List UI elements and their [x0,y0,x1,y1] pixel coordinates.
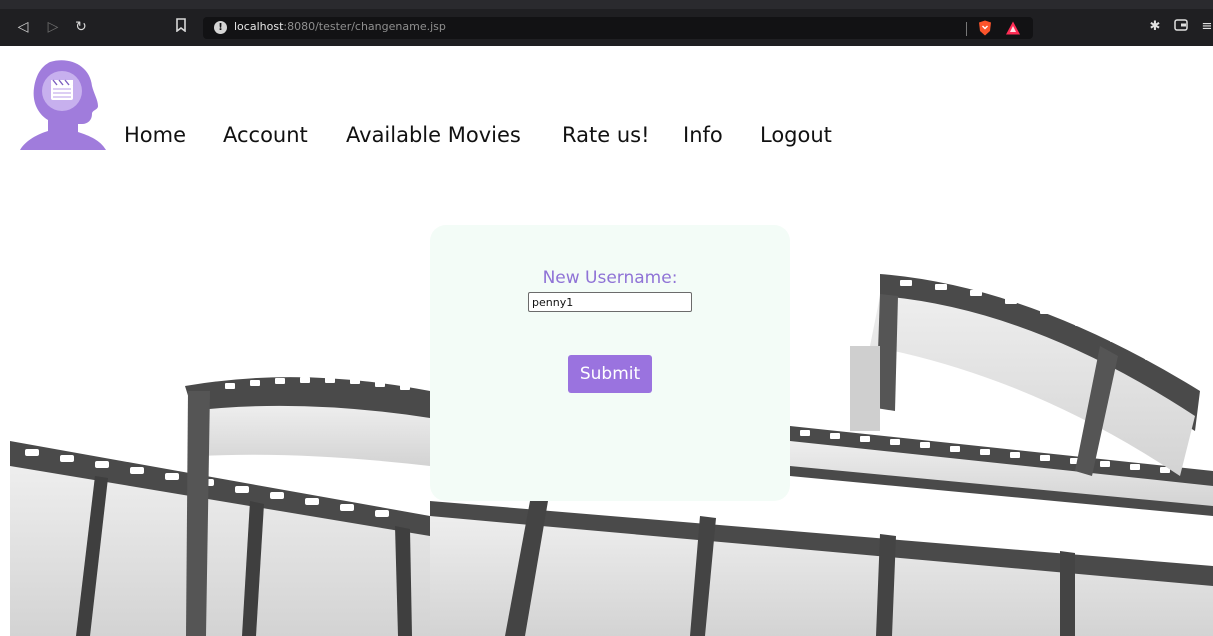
nav-available-movies[interactable]: Available Movies [346,123,521,147]
toolbar-divider [966,22,967,36]
tab-strip [0,0,1213,9]
menu-icon[interactable]: ≡ [1201,19,1213,35]
wallet-icon[interactable] [1173,19,1189,35]
rewards-triangle-icon[interactable] [1005,20,1021,36]
nav-logout[interactable]: Logout [760,123,832,147]
back-arrow-icon[interactable]: ◁ [14,18,32,36]
reload-icon[interactable]: ↻ [72,18,90,36]
forward-arrow-icon[interactable]: ▷ [44,18,62,36]
url-host: localhost [234,20,284,33]
change-username-card: New Username: Submit [430,225,790,501]
info-icon[interactable]: ! [214,21,227,34]
nav-home[interactable]: Home [124,123,186,147]
nav-rate-us[interactable]: Rate us! [562,123,650,147]
url-path: :8080/tester/changename.jsp [283,20,446,33]
username-input[interactable] [528,292,692,312]
bookmark-icon[interactable] [172,18,190,36]
address-bar-row: ◁ ▷ ↻ ! localhost:8080/tester/changename… [0,9,1213,43]
url-text[interactable]: localhost:8080/tester/changename.jsp [234,20,446,33]
browser-toolbar: ◁ ▷ ↻ ! localhost:8080/tester/changename… [0,0,1213,46]
brave-shield-icon[interactable] [978,20,992,36]
nav-account[interactable]: Account [223,123,308,147]
new-username-label: New Username: [542,268,678,288]
nav-info[interactable]: Info [683,123,723,147]
puzzle-extensions-icon[interactable]: ✱ [1147,19,1163,35]
submit-button[interactable]: Submit [568,355,652,393]
page-content: Home Account Available Movies Rate us! I… [0,46,1213,636]
brand-logo[interactable] [20,58,108,150]
